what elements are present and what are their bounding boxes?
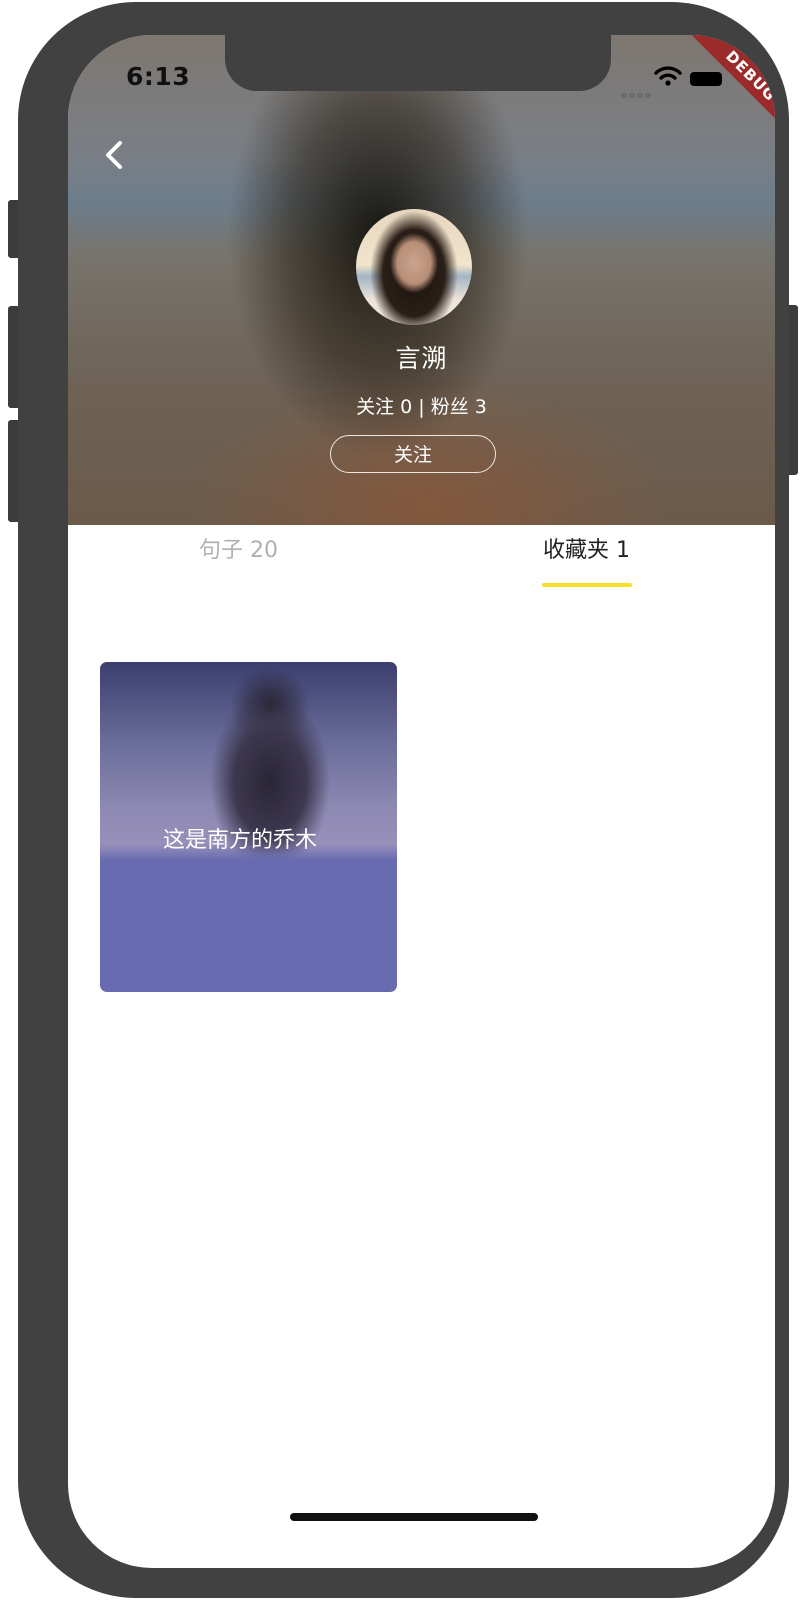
cellular-signal-icon	[621, 83, 655, 98]
tab-favorites[interactable]: 收藏夹 1	[543, 532, 630, 564]
home-indicator	[290, 1513, 538, 1521]
follow-stats: 关注 0 | 粉丝 3	[356, 396, 487, 418]
favorite-card[interactable]: 这是南方的乔木	[100, 662, 397, 992]
profile-header: 言溯 关注 0 | 粉丝 3 关注	[68, 35, 775, 525]
wifi-icon	[654, 65, 682, 91]
favorite-card-title: 这是南方的乔木	[162, 828, 317, 853]
follow-button[interactable]: 关注	[330, 435, 496, 473]
active-tab-indicator	[542, 583, 632, 587]
chevron-left-icon	[106, 141, 122, 169]
tab-sentences[interactable]: 句子 20	[199, 532, 278, 564]
phone-frame: 言溯 关注 0 | 粉丝 3 关注 6:13 DEBUG 句子 20 收藏夹 1…	[18, 2, 789, 1598]
status-time: 6:13	[126, 62, 191, 91]
device-notch	[225, 35, 611, 91]
battery-icon	[690, 72, 722, 86]
back-button[interactable]	[100, 137, 130, 173]
profile-username: 言溯	[395, 344, 448, 373]
app-screen: 言溯 关注 0 | 粉丝 3 关注 6:13 DEBUG 句子 20 收藏夹 1…	[68, 35, 775, 1568]
avatar[interactable]	[356, 209, 472, 325]
